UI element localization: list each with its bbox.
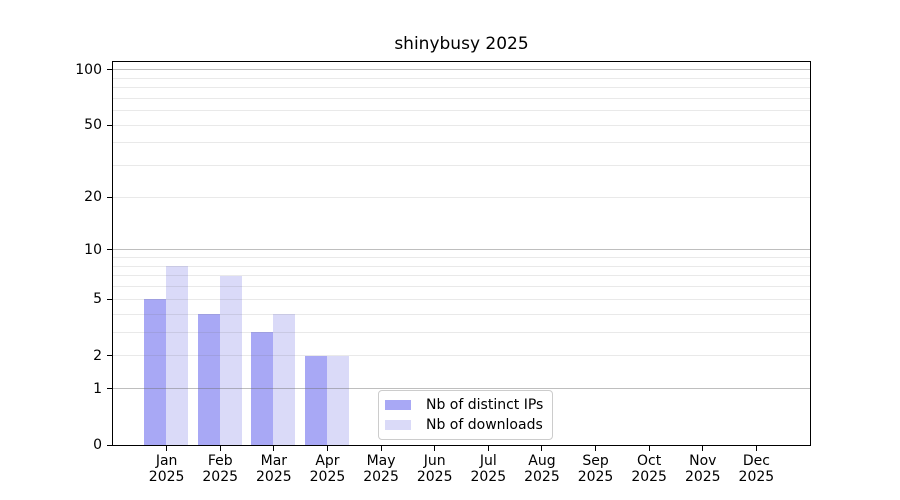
y-tick-50	[107, 124, 112, 126]
x-tick-apr	[326, 446, 328, 451]
x-tick-month: Dec	[742, 453, 770, 469]
y-tick-label-1: 1	[93, 380, 102, 397]
minor-gridline-8	[113, 265, 810, 267]
legend-item-distinct-ips: Nb of distinct IPs	[385, 395, 543, 415]
x-tick-nov	[702, 446, 704, 451]
x-tick-dec	[755, 446, 757, 451]
minor-gridline-40	[113, 142, 810, 144]
major-gridline-100	[113, 69, 810, 71]
legend-label-downloads: Nb of downloads	[426, 417, 543, 433]
y-tick-label-100: 100	[75, 61, 102, 78]
x-tick-jun	[434, 446, 436, 451]
y-tick-1	[107, 388, 112, 390]
y-tick-label-2: 2	[93, 347, 102, 364]
minor-gridline-3	[113, 331, 810, 333]
major-gridline-10	[113, 249, 810, 251]
x-tick-jul	[487, 446, 489, 451]
minor-gridline-60	[113, 110, 810, 112]
y-tick-2	[107, 355, 112, 357]
figure: shinybusy 2025 0 1 2 5 10 20 50 100 Jan 2025 Feb 20…	[0, 0, 900, 500]
plot-area	[112, 61, 811, 446]
minor-gridline-90	[113, 77, 810, 79]
x-tick-jan	[166, 446, 168, 451]
y-tick-label-20: 20	[84, 189, 102, 206]
legend-swatch-distinct-ips	[385, 400, 411, 410]
gridlines-layer	[113, 62, 810, 445]
minor-gridline-5	[113, 298, 810, 300]
minor-gridline-6	[113, 286, 810, 288]
x-tick-sep	[595, 446, 597, 451]
y-tick-0	[107, 444, 112, 446]
legend-item-downloads: Nb of downloads	[385, 415, 543, 435]
minor-gridline-70	[113, 97, 810, 99]
x-tick-aug	[541, 446, 543, 451]
legend-swatch-downloads	[385, 420, 411, 430]
chart-title: shinybusy 2025	[394, 34, 529, 54]
y-tick-5	[107, 298, 112, 300]
y-tick-10	[107, 249, 112, 251]
x-tick-mar	[273, 446, 275, 451]
minor-gridline-2	[113, 355, 810, 357]
x-tick-feb	[219, 446, 221, 451]
major-gridline-1	[113, 388, 810, 390]
x-tick-year: 2025	[738, 469, 775, 485]
x-tick-may	[380, 446, 382, 451]
legend-label-distinct-ips: Nb of distinct IPs	[426, 397, 544, 413]
minor-gridline-20	[113, 196, 810, 198]
minor-gridline-9	[113, 257, 810, 259]
minor-gridline-80	[113, 87, 810, 89]
x-tick-label-dec: Dec 2025	[716, 453, 796, 485]
y-tick-label-0: 0	[93, 437, 102, 453]
y-tick-100	[107, 69, 112, 71]
minor-gridline-4	[113, 313, 810, 315]
minor-gridline-30	[113, 165, 810, 167]
legend: Nb of distinct IPs Nb of downloads	[378, 390, 554, 440]
y-tick-label-50: 50	[84, 117, 102, 134]
minor-gridline-7	[113, 275, 810, 277]
y-tick-20	[107, 196, 112, 198]
minor-gridline-50	[113, 124, 810, 126]
y-tick-label-10: 10	[84, 241, 102, 258]
x-tick-oct	[648, 446, 650, 451]
y-tick-label-5: 5	[93, 291, 102, 308]
